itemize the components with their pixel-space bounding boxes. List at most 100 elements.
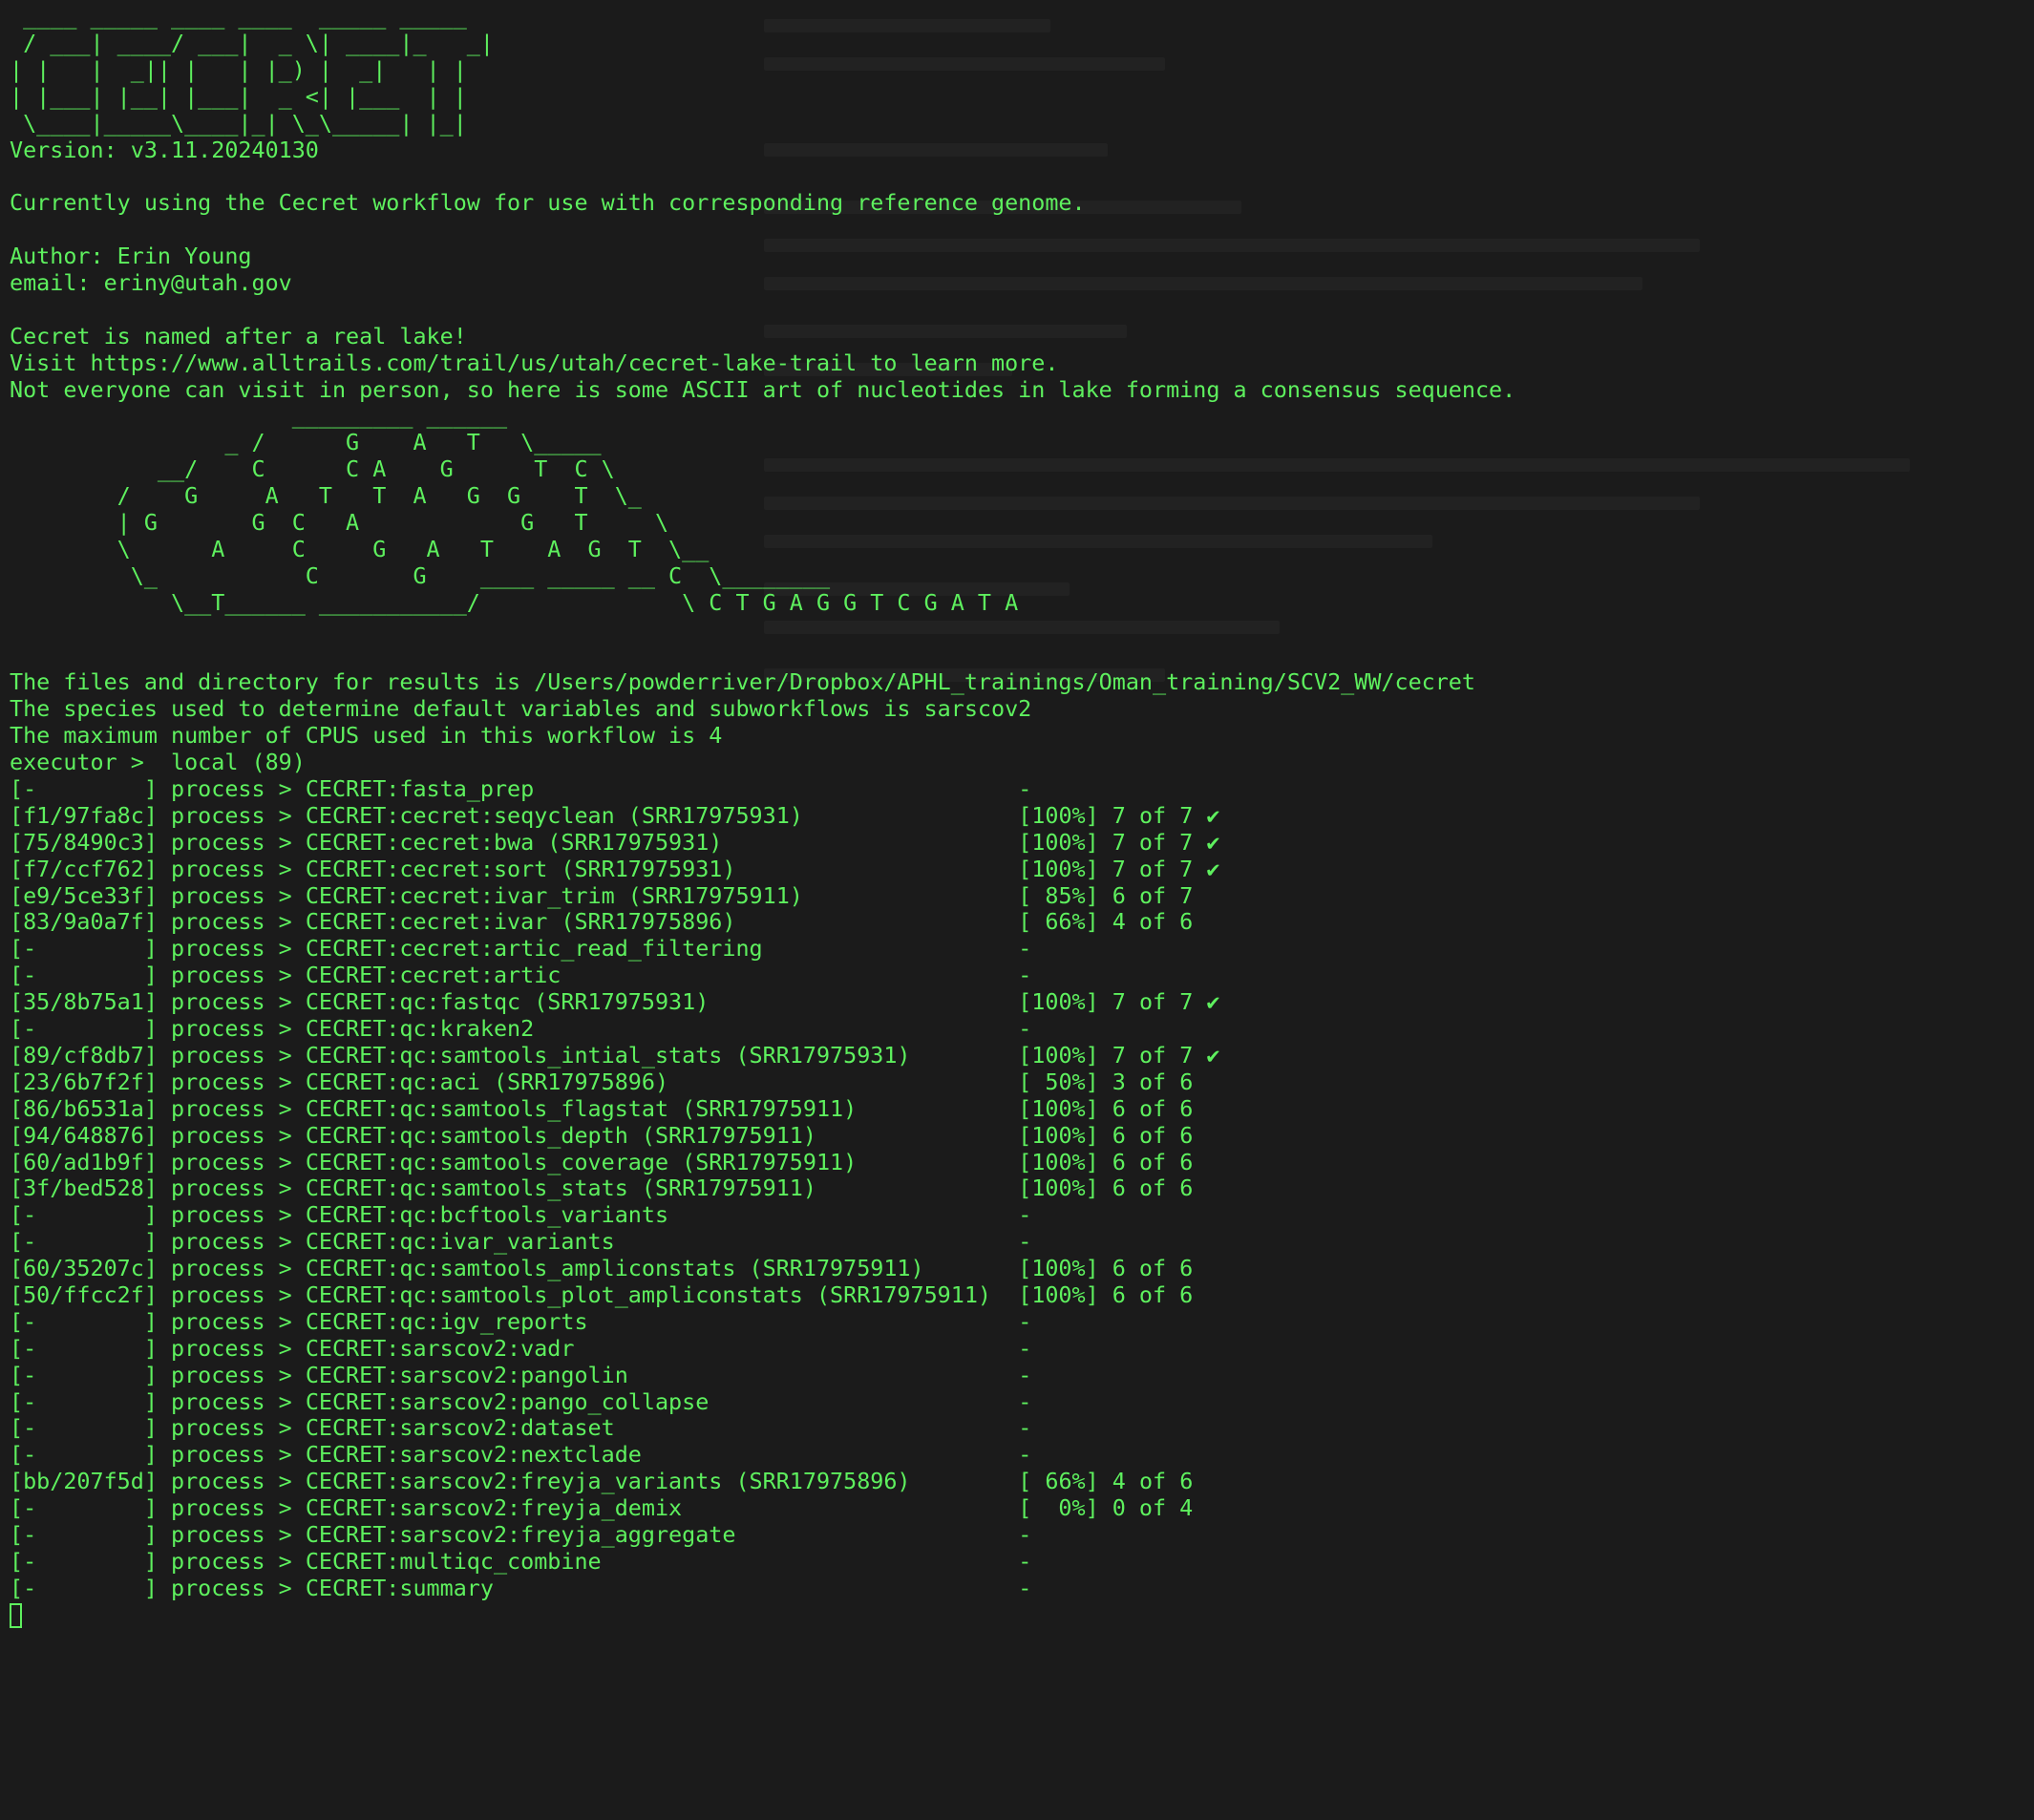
process-hash: [50/ffcc2f] (10, 1280, 158, 1308)
process-row: [- ] process > CECRET:qc:igv_reports - (10, 1307, 2024, 1336)
column-padding (991, 1281, 1018, 1308)
process-row: [- ] process > CECRET:cecret:artic - (10, 962, 2024, 989)
process-label: process > (157, 1574, 306, 1601)
process-hash: [- ] (10, 1574, 158, 1601)
process-hash: [- ] (10, 1387, 158, 1415)
process-name: CECRET:sarscov2:freyja_aggregate (305, 1520, 736, 1548)
process-hash: [35/8b75a1] (10, 988, 158, 1016)
process-progress: [ 66%] 4 of 6 (1018, 1468, 1194, 1495)
column-padding (574, 1335, 1018, 1362)
cecret-banner-art: ____ _____ ____ ____ _____ _____ / ___| … (10, 3, 494, 137)
process-progress: - (1018, 1574, 1032, 1601)
column-padding (709, 988, 1018, 1015)
column-padding (735, 856, 1018, 882)
process-label: process > (157, 1121, 306, 1149)
process-hash: [e9/5ce33f] (10, 881, 158, 909)
process-progress: - (1018, 1441, 1032, 1469)
process-progress: [100%] 7 of 7 (1018, 988, 1194, 1016)
process-name: CECRET:sarscov2:pango_collapse (305, 1387, 710, 1415)
process-progress: - (1018, 1361, 1032, 1388)
process-hash: [83/9a0a7f] (10, 908, 158, 936)
process-row: [f1/97fa8c] process > CECRET:cecret:seqy… (10, 801, 2024, 830)
cursor[interactable] (10, 1602, 22, 1628)
process-progress: - (1018, 1228, 1032, 1256)
column-padding (816, 1175, 1018, 1201)
process-row: [bb/207f5d] process > CECRET:sarscov2:fr… (10, 1468, 2024, 1495)
process-row: [- ] process > CECRET:sarscov2:pangolin … (10, 1361, 2024, 1389)
process-label: process > (157, 1468, 306, 1495)
column-padding (682, 1494, 1018, 1521)
column-padding (668, 1201, 1018, 1228)
column-padding (534, 775, 1018, 802)
process-name: CECRET:cecret:seqyclean (SRR17975931) (305, 801, 803, 829)
process-progress: - (1018, 1307, 1032, 1335)
column-padding (911, 1042, 1019, 1069)
process-name: CECRET:qc:samtools_flagstat (SRR17975911… (305, 1094, 858, 1122)
process-label: process > (157, 1094, 306, 1122)
process-row: [- ] process > CECRET:qc:bcftools_varian… (10, 1201, 2024, 1229)
process-row: [60/ad1b9f] process > CECRET:qc:samtools… (10, 1148, 2024, 1176)
process-name: CECRET:qc:kraken2 (305, 1015, 535, 1043)
process-row: [35/8b75a1] process > CECRET:qc:fastqc (… (10, 988, 2024, 1016)
column-padding (763, 935, 1019, 962)
column-padding (709, 1388, 1018, 1415)
process-hash: [- ] (10, 1201, 158, 1229)
checkmark-icon: ✔ (1206, 801, 1220, 829)
process-name: CECRET:cecret:sort (SRR17975931) (305, 855, 736, 882)
process-hash: [60/35207c] (10, 1255, 158, 1282)
column-padding (722, 829, 1018, 856)
process-hash: [f1/97fa8c] (10, 801, 158, 829)
process-hash: [- ] (10, 1547, 158, 1575)
process-hash: [86/b6531a] (10, 1094, 158, 1122)
process-name: CECRET:qc:samtools_plot_ampliconstats (S… (305, 1280, 992, 1308)
process-label: process > (157, 1255, 306, 1282)
process-hash: [- ] (10, 1307, 158, 1335)
process-hash: [- ] (10, 1361, 158, 1388)
process-row: [60/35207c] process > CECRET:qc:samtools… (10, 1255, 2024, 1282)
process-progress: [ 0%] 0 of 4 (1018, 1494, 1194, 1522)
process-name: CECRET:qc:aci (SRR17975896) (305, 1068, 669, 1095)
lake-nucleotide-art: _________ ______ _ / G A T \_____ __/ C … (117, 402, 1019, 616)
process-label: process > (157, 1201, 306, 1229)
process-hash: [- ] (10, 1414, 158, 1442)
column-padding (642, 1441, 1018, 1468)
process-label: process > (157, 1334, 306, 1362)
checkmark-icon: ✔ (1206, 828, 1220, 856)
column-padding (857, 1095, 1018, 1122)
column-padding (735, 908, 1018, 935)
column-padding (803, 882, 1018, 909)
process-label: process > (157, 1228, 306, 1256)
process-hash: [- ] (10, 1441, 158, 1469)
process-row: [83/9a0a7f] process > CECRET:cecret:ivar… (10, 909, 2024, 936)
process-progress: [100%] 6 of 6 (1018, 1255, 1194, 1282)
process-progress: - (1018, 1520, 1032, 1548)
terminal-window[interactable]: ____ _____ ____ ____ _____ _____ / ___| … (0, 0, 2034, 1820)
process-hash: [- ] (10, 775, 158, 803)
process-row: [- ] process > CECRET:multiqc_combine - (10, 1547, 2024, 1576)
process-label: process > (157, 855, 306, 882)
process-label: process > (157, 1494, 306, 1522)
author-line: Author: Erin Young (10, 243, 252, 270)
process-name: CECRET:sarscov2:pangolin (305, 1361, 628, 1388)
prompt-line[interactable] (10, 1602, 2024, 1629)
checkmark-icon: ✔ (1206, 1041, 1220, 1069)
process-hash: [60/ad1b9f] (10, 1148, 158, 1175)
lake-link-line: Visit https://www.alltrails.com/trail/us… (10, 349, 1059, 376)
lake-ascii-intro-line: Not everyone can visit in person, so her… (10, 375, 1516, 403)
results-dir-line: The files and directory for results is /… (10, 668, 1475, 696)
process-label: process > (157, 1280, 306, 1308)
process-row: [- ] process > CECRET:sarscov2:vadr - (10, 1334, 2024, 1363)
process-hash: [23/6b7f2f] (10, 1068, 158, 1095)
process-label: process > (157, 1307, 306, 1335)
process-hash: [- ] (10, 1494, 158, 1522)
column-padding (911, 1468, 1019, 1494)
process-name: CECRET:qc:bcftools_variants (305, 1201, 669, 1229)
process-name: CECRET:fasta_prep (305, 775, 535, 803)
column-padding (534, 1015, 1018, 1042)
process-label: process > (157, 1361, 306, 1388)
